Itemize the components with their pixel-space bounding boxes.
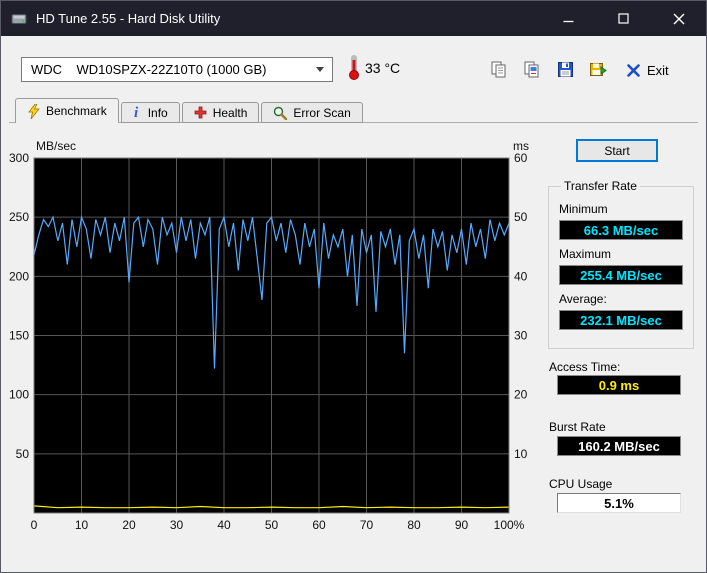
svg-text:90: 90 [455, 518, 469, 532]
save-icon [557, 61, 573, 77]
svg-text:MB/sec: MB/sec [36, 139, 76, 153]
chevron-down-icon [316, 67, 324, 72]
burst-rate-value: 160.2 MB/sec [557, 436, 681, 456]
tab-error-scan[interactable]: Error Scan [261, 102, 363, 123]
svg-text:70: 70 [360, 518, 374, 532]
minimum-value: 66.3 MB/sec [559, 220, 683, 240]
svg-text:30: 30 [170, 518, 184, 532]
save-button[interactable] [553, 58, 577, 80]
copy-image-button[interactable] [519, 58, 543, 80]
exit-label: Exit [647, 62, 669, 78]
average-value: 232.1 MB/sec [559, 310, 683, 330]
health-cross-icon [194, 106, 207, 119]
cpu-usage-label: CPU Usage [549, 477, 613, 491]
maximum-value: 255.4 MB/sec [559, 265, 683, 285]
exit-x-icon [627, 63, 640, 77]
svg-text:i: i [134, 105, 139, 120]
maximum-label: Maximum [559, 247, 612, 261]
cpu-usage-value: 5.1% [557, 493, 681, 513]
app-window: HD Tune 2.55 - Hard Disk Utility WDC WD1… [0, 0, 707, 573]
svg-text:200: 200 [9, 269, 29, 283]
minimum-label: Minimum [559, 202, 608, 216]
tab-benchmark[interactable]: Benchmark [15, 98, 119, 123]
start-button[interactable]: Start [576, 139, 658, 162]
svg-text:10: 10 [75, 518, 89, 532]
tab-bar: Benchmark i Info Health Error Scan [15, 98, 363, 123]
transfer-rate-group: Transfer Rate Minimum 66.3 MB/sec Maximu… [548, 179, 694, 349]
close-button[interactable] [651, 1, 706, 36]
svg-text:50: 50 [265, 518, 279, 532]
svg-text:20: 20 [514, 388, 528, 402]
drive-select[interactable]: WDC WD10SPZX-22Z10T0 (1000 GB) [21, 57, 333, 82]
svg-text:40: 40 [217, 518, 231, 532]
svg-text:80: 80 [407, 518, 421, 532]
copy-image-icon [524, 61, 538, 77]
svg-text:10: 10 [514, 447, 528, 461]
title-bar[interactable]: HD Tune 2.55 - Hard Disk Utility [1, 1, 706, 36]
tab-info[interactable]: i Info [120, 102, 180, 123]
svg-text:60: 60 [514, 151, 528, 165]
svg-text:50: 50 [514, 210, 528, 224]
info-icon: i [133, 105, 142, 120]
transfer-rate-legend: Transfer Rate [564, 179, 637, 193]
export-button[interactable] [586, 58, 610, 80]
minimize-icon [563, 20, 574, 23]
svg-text:60: 60 [312, 518, 326, 532]
benchmark-chart: MB/sec ms 300 250 200 150 100 50 60 50 40 30 20 10 0 10… [6, 134, 546, 544]
copy-text-icon [491, 61, 505, 77]
minimize-button[interactable] [541, 1, 596, 36]
app-icon [11, 11, 27, 27]
exit-button[interactable]: Exit [627, 59, 669, 81]
lightning-icon [27, 103, 40, 119]
svg-text:50: 50 [16, 447, 30, 461]
export-icon [590, 62, 607, 76]
svg-text:20: 20 [122, 518, 136, 532]
access-time-label: Access Time: [549, 360, 621, 374]
access-time-value: 0.9 ms [557, 375, 681, 395]
window-title: HD Tune 2.55 - Hard Disk Utility [36, 11, 221, 26]
tab-label: Health [212, 105, 248, 120]
average-label: Average: [559, 292, 607, 306]
temperature-value: 33 °C [365, 60, 401, 76]
copy-text-button[interactable] [486, 58, 510, 80]
svg-text:0: 0 [31, 518, 38, 532]
window-controls [541, 1, 706, 36]
burst-rate-label: Burst Rate [549, 420, 606, 434]
drive-select-value: WDC WD10SPZX-22Z10T0 (1000 GB) [31, 62, 267, 77]
thermometer-icon [348, 55, 360, 84]
tab-label: Benchmark [46, 104, 107, 118]
svg-text:150: 150 [9, 329, 29, 343]
toolbar: WDC WD10SPZX-22Z10T0 (1000 GB) 33 °C Exi… [1, 36, 706, 97]
chart-canvas: MB/sec ms300250200150100506050403020100 10… [9, 139, 529, 532]
maximize-button[interactable] [596, 1, 651, 36]
svg-text:250: 250 [9, 210, 29, 224]
svg-text:100: 100 [9, 388, 29, 402]
magnifier-icon [273, 106, 288, 120]
close-icon [673, 13, 684, 24]
svg-text:100%: 100% [494, 518, 525, 532]
svg-text:30: 30 [514, 329, 528, 343]
tab-label: Error Scan [293, 105, 351, 120]
tab-label: Info [147, 105, 168, 120]
maximize-icon [618, 13, 629, 24]
tab-health[interactable]: Health [181, 102, 260, 123]
svg-text:40: 40 [514, 269, 528, 283]
svg-text:300: 300 [9, 151, 29, 165]
